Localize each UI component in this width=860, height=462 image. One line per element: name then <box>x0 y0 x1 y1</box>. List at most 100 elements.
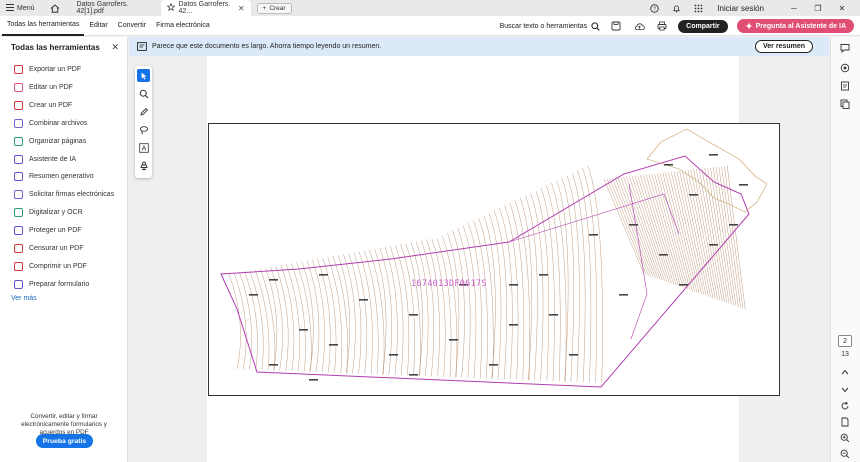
tool-icon <box>14 100 23 110</box>
menu-convert[interactable]: Convertir <box>113 16 151 36</box>
new-tab-button[interactable]: + Crear <box>256 2 292 14</box>
tool-item[interactable]: Organizar páginas <box>14 136 86 146</box>
lasso-tool-icon[interactable] <box>137 123 150 136</box>
elevation-label <box>619 294 628 296</box>
elevation-label <box>739 184 748 186</box>
tool-item[interactable]: Exportar un PDF <box>14 65 81 74</box>
contour-line <box>687 169 714 299</box>
tool-item[interactable]: Crear un PDF <box>14 100 72 110</box>
close-window-icon[interactable]: ✕ <box>834 4 850 13</box>
elevation-label <box>664 164 673 166</box>
tab-label: Datos Garrofers. 42[1].pdf <box>76 1 129 15</box>
elevation-label <box>319 274 328 276</box>
tool-item[interactable]: Asistente de IA <box>14 154 76 164</box>
tool-item[interactable]: Preparar formulario <box>14 279 89 289</box>
tool-item[interactable]: Digitalizar y OCR <box>14 208 83 218</box>
bookmark-icon[interactable] <box>838 79 852 93</box>
tool-icon <box>14 172 23 182</box>
bell-icon[interactable] <box>669 1 683 15</box>
zoom-in-icon[interactable] <box>838 431 852 445</box>
page-down-icon[interactable] <box>838 383 852 397</box>
contour-line <box>645 174 679 287</box>
contour-line <box>620 177 658 279</box>
pen-tool-icon[interactable] <box>137 105 150 118</box>
elevation-label <box>629 224 638 226</box>
contour-line <box>488 212 502 380</box>
elevation-label <box>409 374 418 376</box>
restore-icon[interactable]: ❐ <box>810 4 826 13</box>
contour-line <box>228 273 241 370</box>
minimize-icon[interactable]: ─ <box>786 4 802 13</box>
contour-line <box>358 251 373 375</box>
current-page-input[interactable]: 2 <box>838 335 852 347</box>
stamp-tool-icon[interactable] <box>137 159 150 172</box>
contour-line <box>494 210 507 380</box>
contour-line <box>530 192 544 381</box>
elevation-label <box>409 314 418 316</box>
save-icon[interactable] <box>609 19 623 33</box>
copy-pages-icon[interactable] <box>838 97 852 111</box>
tool-item[interactable]: Solicitar firmas electrónicas <box>14 190 115 200</box>
search-tools-button[interactable]: Buscar texto o herramientas <box>500 21 601 31</box>
document-viewport[interactable]: 1674013DF0617S A <box>129 56 829 462</box>
see-more-link[interactable]: Ver más <box>11 295 37 302</box>
menu-all-tools[interactable]: Todas las herramientas <box>2 16 85 36</box>
view-summary-button[interactable]: Ver resumen <box>754 40 813 53</box>
contour-line <box>535 190 549 381</box>
home-button[interactable] <box>47 0 63 16</box>
page-up-icon[interactable] <box>838 365 852 379</box>
sparkle-icon <box>745 22 753 30</box>
tool-label: Solicitar firmas electrónicas <box>29 191 115 199</box>
tool-label: Comprimir un PDF <box>29 262 87 270</box>
contour-line <box>525 195 538 381</box>
comment-icon[interactable] <box>838 41 852 55</box>
tool-item[interactable]: Censurar un PDF <box>14 244 83 253</box>
svg-text:A: A <box>141 145 146 152</box>
elevation-label <box>709 154 718 156</box>
contour-line <box>416 241 429 377</box>
total-pages: 13 <box>841 351 849 358</box>
tab-document-1[interactable]: Datos Garrofers. 42[1].pdf <box>71 0 161 16</box>
menu-edit[interactable]: Editar <box>84 16 112 36</box>
contour-line <box>713 167 734 306</box>
menu-esign[interactable]: Firma electrónica <box>151 16 215 36</box>
contour-line <box>679 170 707 296</box>
contour-line <box>676 171 704 295</box>
tool-item[interactable]: Proteger un PDF <box>14 226 82 236</box>
tool-item[interactable]: Combinar archivos <box>14 118 87 128</box>
elevation-label <box>329 344 338 346</box>
free-trial-button[interactable]: Prueba gratis <box>36 434 93 448</box>
ai-assistant-label: Pregunta al Asistente de IA <box>755 22 846 30</box>
ai-assistant-button[interactable]: Pregunta al Asistente de IA <box>736 19 854 33</box>
tool-item[interactable]: Editar un PDF <box>14 82 73 92</box>
print-icon[interactable] <box>655 19 669 33</box>
select-tool-icon[interactable] <box>137 69 150 82</box>
help-icon[interactable]: ? <box>647 1 661 15</box>
apps-icon[interactable] <box>691 1 705 15</box>
signin-link[interactable]: Iniciar sesión <box>717 4 764 13</box>
home-icon <box>50 3 59 13</box>
tool-label: Proteger un PDF <box>29 227 82 235</box>
zoom-tool-icon[interactable] <box>137 87 150 100</box>
star-icon[interactable] <box>166 2 175 13</box>
close-tab-icon[interactable]: ✕ <box>238 4 245 13</box>
contour-line <box>514 200 530 381</box>
share-button[interactable]: Compartir <box>678 19 728 33</box>
close-panel-icon[interactable]: ✕ <box>111 42 119 53</box>
tool-item[interactable]: Comprimir un PDF <box>14 261 87 271</box>
contour-line <box>395 245 410 376</box>
contour-line <box>682 170 709 297</box>
elevation-label <box>689 194 698 196</box>
cloud-upload-icon[interactable] <box>632 19 646 33</box>
tool-item[interactable]: Resumen generativo <box>14 172 94 182</box>
tool-icon <box>14 136 23 146</box>
tab-document-2[interactable]: Datos Garrofers. 42... ✕ <box>160 0 251 16</box>
thumbnails-icon[interactable] <box>838 61 852 75</box>
zoom-out-icon[interactable] <box>838 447 852 461</box>
menu-button[interactable]: Menú <box>0 3 41 13</box>
tool-icon <box>14 190 23 200</box>
text-tool-icon[interactable]: A <box>137 141 150 154</box>
rotate-icon[interactable] <box>838 399 852 413</box>
contour-line <box>421 240 435 377</box>
page-fit-icon[interactable] <box>838 415 852 429</box>
